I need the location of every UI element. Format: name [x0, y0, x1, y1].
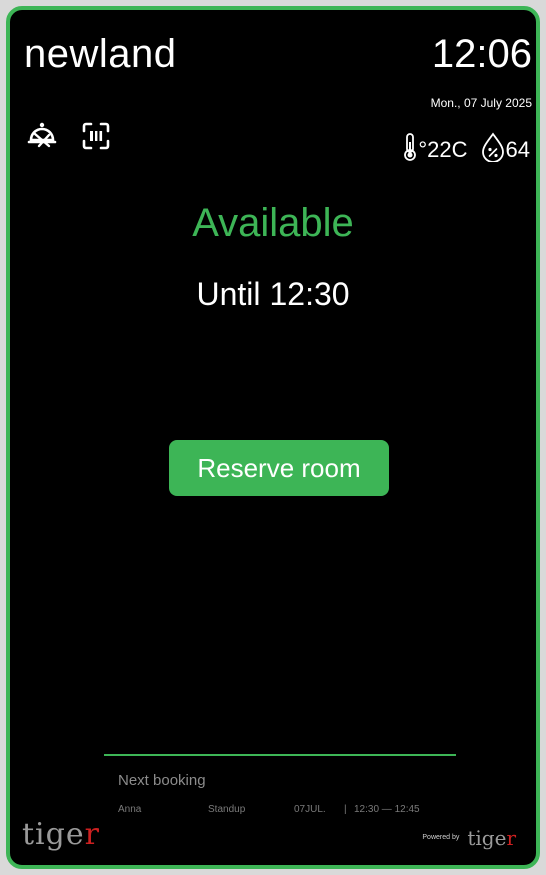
thermometer-icon [402, 132, 418, 168]
powered-by-label: Powered by [422, 834, 460, 841]
room-name: newland [24, 32, 177, 76]
until-time: 12:30 [269, 276, 350, 312]
booking-title: Standup [208, 804, 246, 815]
current-date: Mon., 07 July 2025 [430, 96, 532, 110]
room-display-panel: newland 12:06 Mon., 07 July 2025 °22C 64… [6, 6, 540, 869]
room-service-icon[interactable] [26, 120, 58, 152]
environment-readout: °22C 64 [402, 132, 530, 168]
booking-date: 07JUL. [294, 804, 326, 815]
booking-organizer: Anna [118, 804, 142, 815]
until-prefix: Until [196, 276, 261, 312]
quick-actions [26, 120, 112, 152]
powered-by: Powered by tiger [422, 826, 516, 850]
reserve-room-button[interactable]: Reserve room [169, 440, 389, 496]
booking-separator: | [344, 804, 347, 815]
humidity-value: 64 [505, 137, 530, 162]
available-until: Until 12:30 [10, 275, 536, 313]
brand-logo: tiger [22, 817, 100, 852]
qr-scan-icon[interactable] [80, 120, 112, 152]
next-booking-title: Next booking [118, 772, 206, 789]
powered-by-logo: tiger [467, 826, 516, 850]
temperature-value: °22C [418, 137, 468, 162]
booking-time-range: 12:30 — 12:45 [354, 804, 420, 815]
next-booking-divider [104, 754, 456, 756]
availability-status: Available [192, 201, 354, 245]
humidity-drop-icon [480, 132, 506, 168]
current-time: 12:06 [431, 32, 532, 76]
